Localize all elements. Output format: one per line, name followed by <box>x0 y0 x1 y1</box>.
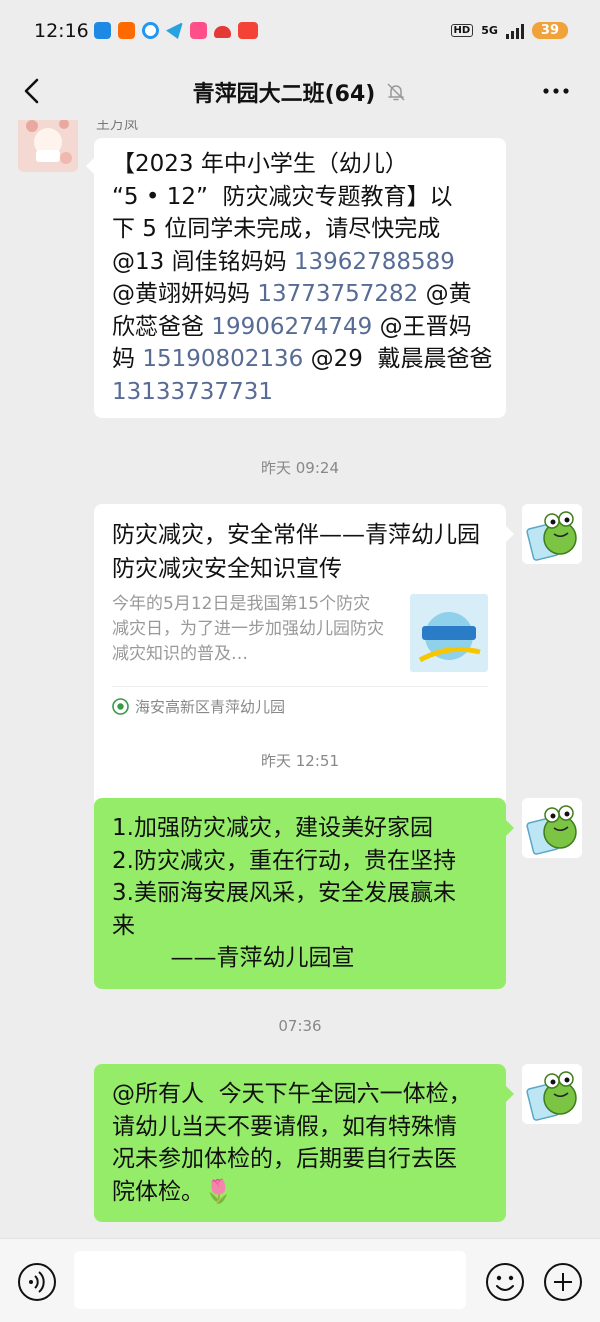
frog-avatar-icon <box>522 504 582 564</box>
hd-icon: HD <box>450 24 474 37</box>
message-bubble[interactable]: @所有人 今天下午全园六一体检， 请幼儿当天不要请假，如有特殊情 况未参加体检的，后… <box>94 1064 514 1222</box>
send-icon <box>166 22 183 39</box>
car-icon <box>214 26 231 38</box>
message-bubble[interactable]: 【2023 年中小学生（幼儿） “5 • 12” 防灾减灾专题教育】以下 5 位同… <box>86 138 506 418</box>
network-label: 5G <box>481 24 498 37</box>
chat-header: 青萍园大二班(64) <box>0 62 600 120</box>
timestamp: 07:36 <box>278 1017 322 1035</box>
message-line: 欣蕊爸爸 19906274749 @王晋妈 <box>112 311 488 344</box>
message-line: 请幼儿当天不要请假，如有特殊情 <box>112 1113 457 1140</box>
emoji-icon[interactable] <box>484 1261 526 1303</box>
sender-avatar[interactable] <box>18 120 78 172</box>
official-account-icon <box>112 698 129 715</box>
input-bar <box>0 1238 600 1322</box>
card-thumbnail <box>410 594 488 672</box>
card-source-name: 海安高新区青萍幼儿园 <box>135 698 286 716</box>
plus-icon[interactable] <box>542 1261 584 1303</box>
phone-link[interactable]: 15190802136 <box>142 346 303 372</box>
message-text: 妈 <box>112 346 143 372</box>
message-text: “5 • 12” 防灾减灾专题教育】以 <box>112 183 453 210</box>
mute-bell-icon <box>387 83 405 101</box>
card-description: 今年的5月12日是我国第15个防灾减灾日，为了进一步加强幼儿园防灾减灾知识的普及… <box>112 594 384 664</box>
my-avatar[interactable] <box>522 798 582 858</box>
message-line: @所有人 今天下午全园六一体检， <box>112 1081 472 1107</box>
message-text: @13 闾佳铭妈妈 <box>112 248 294 275</box>
timestamp: 昨天 12:51 <box>261 752 339 770</box>
phone-link[interactable]: 13133737731 <box>112 379 273 405</box>
taobao-icon <box>118 22 135 39</box>
message-line: 2.防灾减灾，重在行动，贵在坚持 <box>112 847 456 874</box>
card-source: 海安高新区青萍幼儿园 <box>112 696 285 717</box>
sender-name: 王万凤 <box>96 120 138 133</box>
message-line: 13133737731 <box>112 376 488 409</box>
message-line: @13 闾佳铭妈妈 13962788589 <box>112 246 488 279</box>
message-line: ——青萍幼儿园宣 <box>112 945 355 971</box>
article-card[interactable]: 防灾减灾，安全常伴——青萍幼儿园防灾减灾安全知识宣传 今年的5月12日是我国第1… <box>94 504 514 840</box>
more-icon[interactable] <box>538 76 574 106</box>
message-line: 【2023 年中小学生（幼儿） <box>112 148 488 181</box>
message-line: 3.美丽海安展风采，安全发展赢未 <box>112 880 456 906</box>
app-red-icon <box>238 22 258 39</box>
message-line: 来 <box>112 912 135 939</box>
notification-icons <box>94 22 258 39</box>
status-bar: 12:16 HD 5G 39 <box>0 0 600 62</box>
my-avatar[interactable] <box>522 1064 582 1124</box>
message-line: 况未参加体检的，后期要自行去医 <box>112 1146 457 1172</box>
chat-messages[interactable]: 王万凤 【2023 年中小学生（幼儿） “5 • 12” 防灾减灾专题教育】以下 … <box>0 120 600 1238</box>
status-time: 12:16 <box>34 20 89 42</box>
message-text: @黄翊妍妈妈 <box>112 281 258 307</box>
phone-link[interactable]: 13962788589 <box>294 249 455 275</box>
battery-level: 39 <box>531 22 568 39</box>
message-line: @黄翊妍妈妈 13773757282 @黄 <box>112 278 488 311</box>
message-line: “5 • 12” 防灾减灾专题教育】以 <box>112 181 488 214</box>
browser-icon <box>142 22 159 39</box>
voice-icon[interactable] <box>16 1261 58 1303</box>
message-text: 欣蕊爸爸 <box>112 313 212 340</box>
chat-title: 青萍园大二班(64) <box>192 82 376 107</box>
frog-avatar-icon <box>522 1064 582 1124</box>
card-divider <box>112 686 488 687</box>
card-title: 防灾减灾，安全常伴——青萍幼儿园防灾减灾安全知识宣传 <box>112 522 480 582</box>
app-notification-icon <box>94 22 111 39</box>
phone-link[interactable]: 13773757282 <box>257 281 418 307</box>
message-text: @王晋妈 <box>372 313 472 340</box>
message-bubble[interactable]: 1.加强防灾减灾，建设美好家园 2.防灾减灾，重在行动，贵在坚持 3.美丽海安展风采… <box>94 798 514 989</box>
status-right: HD 5G 39 <box>450 22 568 39</box>
message-text: 【2023 年中小学生（幼儿） <box>112 151 408 177</box>
message-line: 妈 15190802136 @29 戴晨晨爸爸 <box>112 343 492 376</box>
message-input[interactable] <box>74 1251 466 1309</box>
message-text: @黄 <box>418 281 472 307</box>
message-text: 下 5 位同学未完成，请尽快完成 <box>112 216 441 242</box>
message-line: 1.加强防灾减灾，建设美好家园 <box>112 815 433 841</box>
message-line: 院体检。🌷 <box>112 1178 233 1205</box>
message-line: 下 5 位同学未完成，请尽快完成 <box>112 213 488 246</box>
my-avatar[interactable] <box>522 504 582 564</box>
frog-avatar-icon <box>522 798 582 858</box>
signal-icon <box>505 23 524 39</box>
message-text: @29 戴晨晨爸爸 <box>303 346 493 372</box>
timestamp: 昨天 09:24 <box>261 459 339 477</box>
phone-link[interactable]: 19906274749 <box>211 314 372 340</box>
gift-icon <box>190 22 207 39</box>
